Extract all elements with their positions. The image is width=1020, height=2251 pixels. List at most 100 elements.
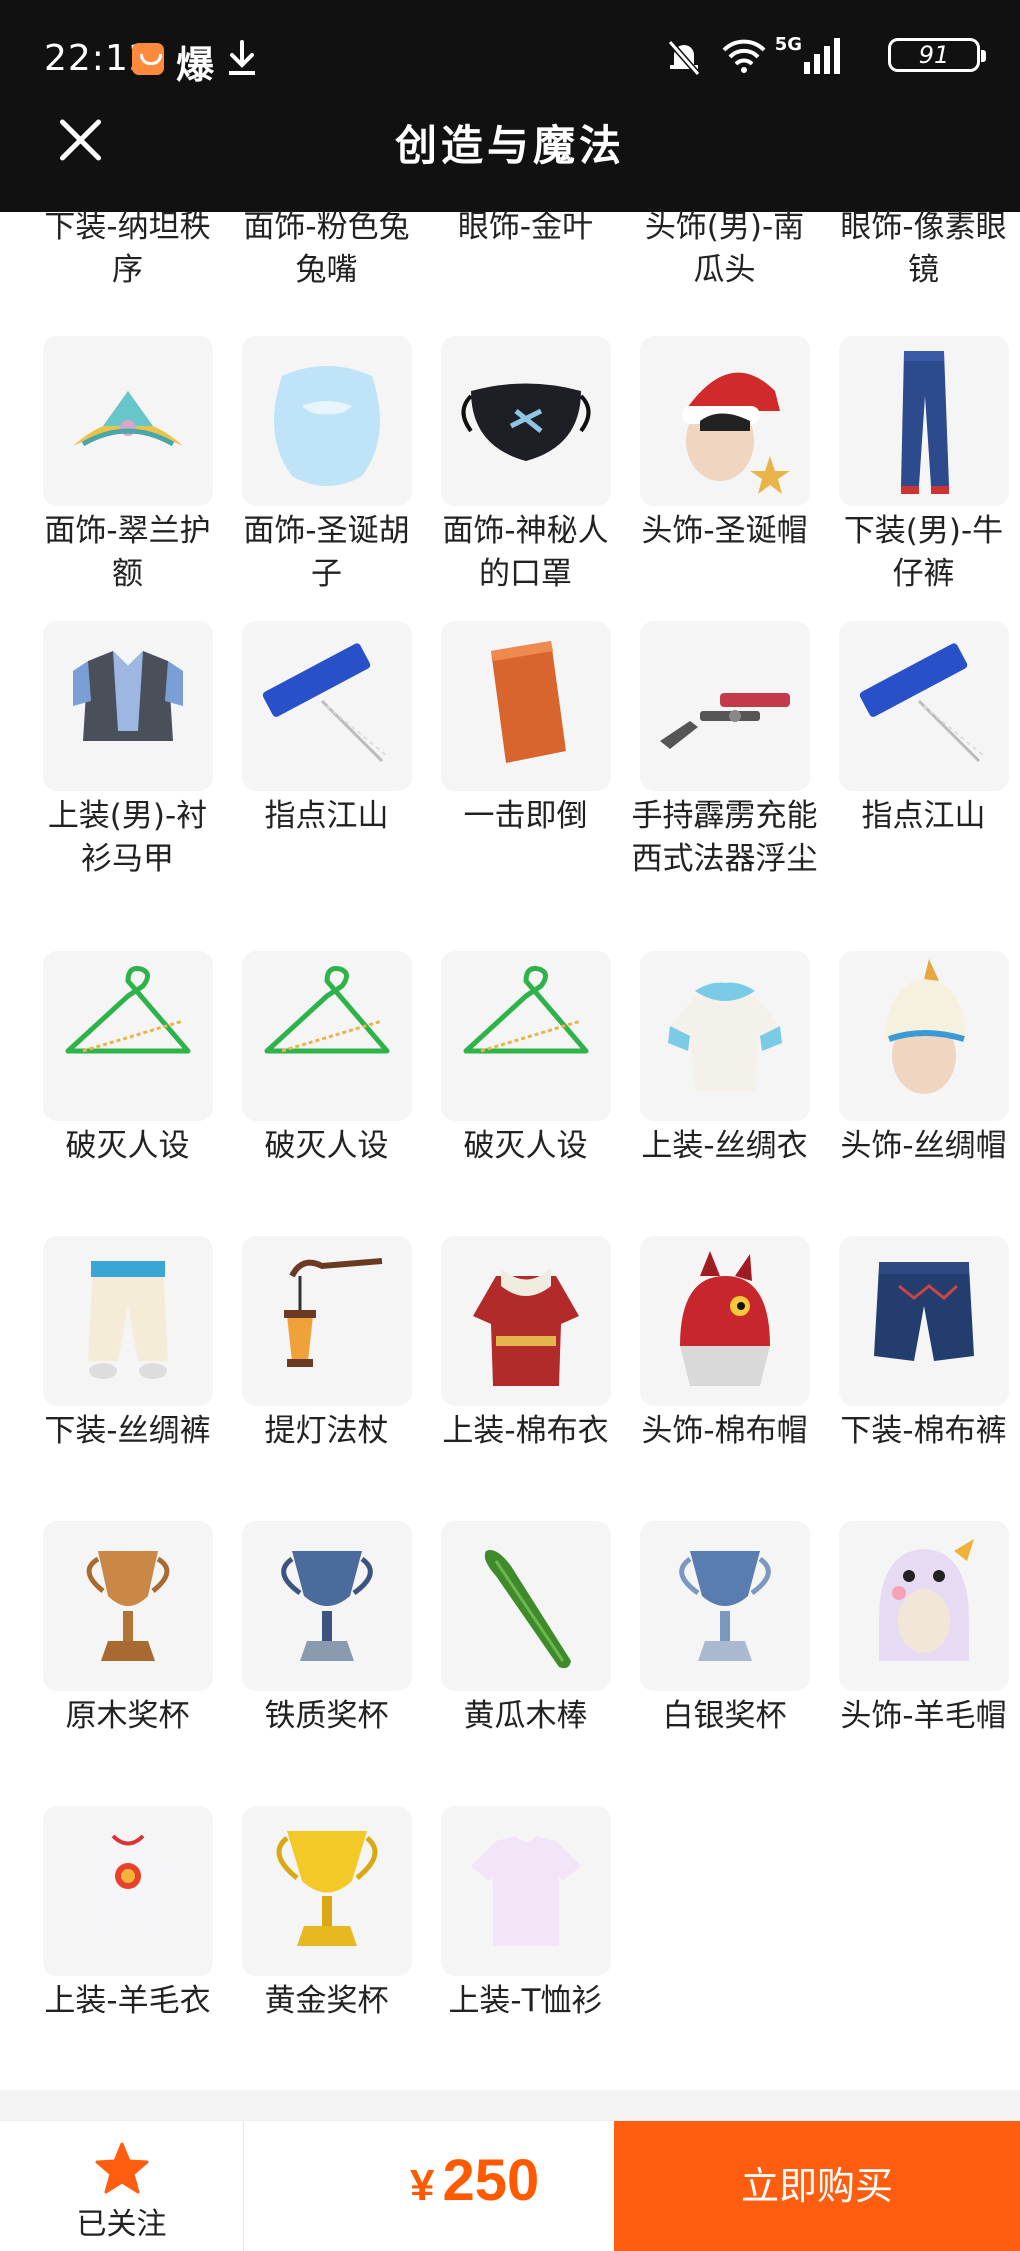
divider	[0, 2090, 1020, 2120]
item-row: 原木奖杯 铁质奖杯 黄瓜木棒 白银奖杯 头饰-羊毛帽	[28, 1521, 1020, 1738]
item-card[interactable]: 黄瓜木棒	[426, 1521, 625, 1738]
item-thumbnail	[639, 1236, 810, 1406]
item-card[interactable]: 上装-羊毛衣	[28, 1806, 227, 2023]
item-card[interactable]: 指点江山	[824, 621, 1020, 881]
item-name: 面饰-翠兰护额	[44, 513, 211, 592]
item-thumbnail	[838, 951, 1009, 1121]
item-name: 下装-棉布裤	[840, 1413, 1007, 1449]
notification-app-glyph: 爆	[176, 43, 215, 87]
item-card[interactable]: 破灭人设	[426, 951, 625, 1168]
item-card[interactable]: 上装-T恤衫	[426, 1806, 625, 2023]
item-name: 下装-丝绸裤	[44, 1413, 211, 1449]
item-name: 上装-羊毛衣	[44, 1983, 211, 2019]
item-card[interactable]: 眼饰-金叶	[426, 202, 625, 292]
item-card[interactable]: 下装(男)-牛仔裤	[824, 336, 1020, 596]
item-name: 面饰-圣诞胡子	[243, 513, 410, 592]
currency-symbol: ¥	[410, 2161, 435, 2210]
item-name: 破灭人设	[463, 1128, 588, 1164]
item-card[interactable]: 指点江山	[227, 621, 426, 881]
buy-now-button[interactable]: 立即购买	[614, 2121, 1020, 2251]
turban-icon	[883, 959, 967, 1094]
item-thumbnail	[440, 1236, 611, 1406]
hanger-icon	[463, 966, 588, 1054]
item-card[interactable]: 一击即倒	[426, 621, 625, 881]
item-name: 上装-T恤衫	[448, 1983, 603, 2019]
item-card[interactable]: 提灯法杖	[227, 1236, 426, 1453]
signal-strength-icon	[804, 38, 840, 74]
item-thumbnail	[838, 1521, 1009, 1691]
item-row: 破灭人设 破灭人设 破灭人设 上装-丝绸衣 头饰-丝绸帽	[28, 951, 1020, 1168]
item-card[interactable]: 下装-纳坦秩序	[28, 202, 227, 292]
item-thumbnail	[241, 951, 412, 1121]
item-card[interactable]: 破灭人设	[28, 951, 227, 1168]
cotton-coat-icon	[472, 1268, 579, 1386]
sign-pointer-icon	[859, 643, 985, 763]
beard-icon	[273, 366, 380, 486]
item-thumbnail	[42, 336, 213, 506]
item-thumbnail	[440, 1521, 611, 1691]
mute-bell-icon	[667, 40, 701, 76]
item-card[interactable]: 上装-丝绸衣	[625, 951, 824, 1168]
gold-trophy-icon	[276, 1831, 377, 1946]
bottom-bar: 已关注 ¥250 立即购买	[0, 2120, 1020, 2251]
item-thumbnail	[241, 336, 412, 506]
item-thumbnail	[838, 1236, 1009, 1406]
price: ¥250	[410, 2147, 539, 2214]
item-card[interactable]: 黄金奖杯	[227, 1806, 426, 2023]
item-card[interactable]: 面饰-神秘人的口罩	[426, 336, 625, 596]
item-card[interactable]: 面饰-圣诞胡子	[227, 336, 426, 596]
item-thumbnail	[440, 1806, 611, 1976]
item-name: 头饰-丝绸帽	[840, 1128, 1007, 1164]
item-card[interactable]: 下装-棉布裤	[824, 1236, 1020, 1453]
iron-trophy-icon	[280, 1551, 373, 1661]
mask-icon	[461, 383, 590, 461]
item-name: 下装(男)-牛仔裤	[843, 513, 1004, 592]
item-name: 指点江山	[861, 798, 986, 834]
partial-item-row: 下装-纳坦秩序 面饰-粉色兔兔嘴 眼饰-金叶 头饰(男)-南瓜头 眼饰-像素眼镜	[28, 202, 1020, 292]
item-name: 面饰-粉色兔兔嘴	[243, 209, 410, 288]
price-amount: 250	[442, 2148, 540, 2213]
item-name: 黄瓜木棒	[463, 1698, 588, 1734]
item-name: 提灯法杖	[264, 1413, 389, 1449]
silk-top-icon	[667, 982, 782, 1091]
silver-trophy-icon	[678, 1551, 771, 1661]
item-card[interactable]: 铁质奖杯	[227, 1521, 426, 1738]
item-name: 上装(男)-衬衫马甲	[47, 798, 208, 877]
follow-button[interactable]: 已关注	[0, 2121, 244, 2251]
item-thumbnail	[241, 1236, 412, 1406]
item-card[interactable]: 头饰(男)-南瓜头	[625, 202, 824, 292]
item-card[interactable]: 下装-丝绸裤	[28, 1236, 227, 1453]
jeans-icon	[900, 351, 949, 494]
item-thumbnail	[241, 1521, 412, 1691]
item-name: 上装-丝绸衣	[641, 1128, 808, 1164]
sheep-hat-icon	[878, 1539, 974, 1661]
item-card[interactable]: 头饰-棉布帽	[625, 1236, 824, 1453]
gun-icon	[659, 693, 790, 749]
item-thumbnail	[42, 621, 213, 791]
network-type-label: 5G	[774, 34, 802, 55]
item-name: 破灭人设	[65, 1128, 190, 1164]
item-thumbnail	[241, 1806, 412, 1976]
item-card[interactable]: 上装-棉布衣	[426, 1236, 625, 1453]
hanger-icon	[264, 966, 389, 1054]
item-thumbnail	[639, 621, 810, 791]
item-card[interactable]: 原木奖杯	[28, 1521, 227, 1738]
item-card[interactable]: 面饰-翠兰护额	[28, 336, 227, 596]
item-name: 黄金奖杯	[264, 1983, 389, 2019]
item-name: 眼饰-金叶	[457, 209, 594, 245]
silk-pants-icon	[87, 1261, 168, 1379]
item-card[interactable]: 头饰-丝绸帽	[824, 951, 1020, 1168]
item-thumbnail	[440, 336, 611, 506]
item-card[interactable]: 白银奖杯	[625, 1521, 824, 1738]
item-card[interactable]: 手持霹雳充能西式法器浮尘	[625, 621, 824, 881]
item-card[interactable]: 头饰-圣诞帽	[625, 336, 824, 596]
christmas-hat-icon	[681, 372, 790, 494]
item-card[interactable]: 面饰-粉色兔兔嘴	[227, 202, 426, 292]
item-card[interactable]: 眼饰-像素眼镜	[824, 202, 1020, 292]
item-card[interactable]: 破灭人设	[227, 951, 426, 1168]
item-card[interactable]: 头饰-羊毛帽	[824, 1521, 1020, 1738]
item-thumbnail	[838, 621, 1009, 791]
item-name: 白银奖杯	[662, 1698, 787, 1734]
notification-app-icon	[132, 43, 164, 75]
item-card[interactable]: 上装(男)-衬衫马甲	[28, 621, 227, 881]
